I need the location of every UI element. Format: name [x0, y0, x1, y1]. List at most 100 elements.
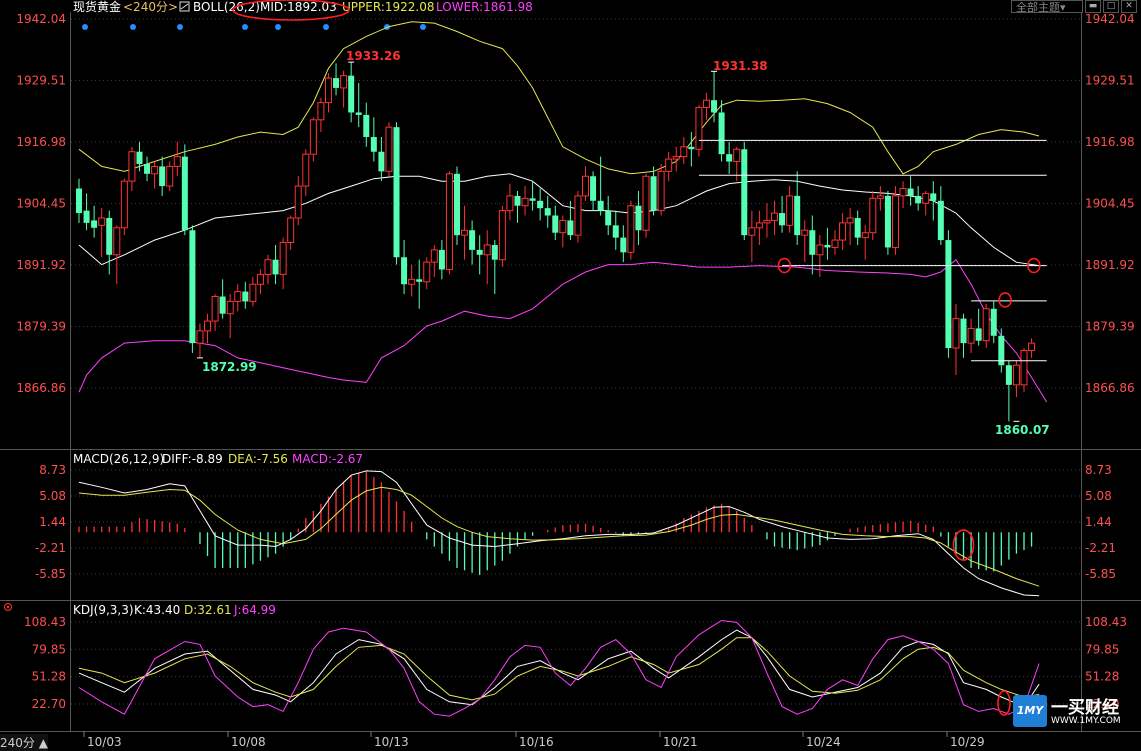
kdj-highlight-circle	[997, 690, 1011, 716]
y-tick-label-right: 1891.92	[1085, 258, 1135, 272]
period-selector[interactable]: 240分 ▲	[0, 734, 48, 751]
candle-body	[264, 259, 272, 275]
candle-body	[385, 126, 393, 172]
macd-series	[78, 470, 1040, 597]
boll-upper-line	[78, 21, 1040, 175]
maximize-button[interactable]: □	[1103, 0, 1119, 13]
y-tick-label-right: -5.85	[1085, 567, 1116, 581]
candle-body	[461, 229, 469, 236]
candle-body	[590, 176, 597, 201]
candle-body	[718, 112, 725, 155]
candle-body	[1005, 365, 1012, 385]
logo-url: WWW.1MY.COM	[1051, 716, 1121, 726]
candle-body	[786, 195, 794, 226]
theme-selector-label: 全部主题	[1016, 1, 1060, 14]
y-tick-label-right: 1929.51	[1085, 74, 1135, 88]
y-tick-label-right: -2.21	[1085, 541, 1116, 555]
candle-body	[620, 237, 627, 253]
candle-body	[990, 308, 997, 336]
candle-body	[726, 154, 733, 162]
y-tick-label-right: 51.28	[1085, 670, 1119, 684]
candle-body	[370, 136, 377, 152]
y-tick-label-right: 1942.04	[1085, 12, 1135, 26]
candle-body	[324, 77, 332, 104]
candle-body	[884, 195, 891, 248]
candle-body	[211, 296, 219, 322]
candle-body	[771, 212, 779, 221]
candle-body	[506, 195, 514, 212]
candle-body	[491, 244, 498, 260]
macd-dea-value: DEA:-7.56	[228, 452, 288, 466]
y-tick-label-left: 79.85	[32, 642, 66, 656]
close-button[interactable]: ✕	[1121, 0, 1137, 13]
minimize-button[interactable]: ▬	[1085, 0, 1101, 13]
candle-body	[333, 78, 340, 88]
chart-svg: 1942.04 1942.04 1929.51 1929.51 1916.98 1916.…	[0, 0, 1141, 749]
x-tick-labels: 10/03 10/08 10/13 10/16 10/21 10/24 10/29	[83, 731, 985, 749]
y-tick-label-right: 1916.98	[1085, 135, 1135, 149]
candle-body	[1028, 342, 1036, 352]
candle-body	[854, 217, 861, 238]
low-annotation-2: 1860.07	[995, 423, 1050, 437]
candle-body	[189, 230, 196, 344]
kdj-k-value: K:43.40	[134, 603, 180, 617]
candle-body	[423, 261, 431, 283]
candle-body	[219, 296, 226, 314]
y-tick-label-left: 51.28	[32, 670, 66, 684]
candle-body	[846, 217, 854, 224]
x-tick-label: 10/21	[663, 735, 698, 749]
y-tick-label-right: 8.73	[1085, 463, 1112, 477]
y-tick-label-left: 1891.92	[16, 258, 66, 272]
candle-body	[839, 222, 847, 241]
candle-body	[605, 210, 612, 226]
candle-body	[529, 198, 536, 201]
candle-body	[680, 146, 688, 158]
y-tick-label-left: 5.08	[39, 489, 66, 503]
candle-body	[635, 205, 642, 231]
candle-body	[83, 210, 90, 223]
kdj-settings-icon[interactable]	[4, 603, 12, 611]
indicator-settings-icon[interactable]	[179, 1, 190, 12]
theme-selector[interactable]: 全部主题▾	[1011, 0, 1083, 14]
candle-body	[831, 239, 839, 248]
y-tick-label-right: 5.08	[1085, 489, 1112, 503]
candle-body	[809, 230, 816, 255]
candle-body	[945, 240, 952, 349]
kdj-j-line	[78, 619, 1040, 717]
candle-body	[779, 213, 786, 226]
y-tick-label-right: 1904.45	[1085, 197, 1135, 211]
macd-diff-value: DIFF:-8.89	[162, 452, 223, 466]
y-tick-label-left: 1.44	[39, 515, 66, 529]
candle-body	[521, 197, 529, 207]
period-selector-label: 240分 ▲	[0, 736, 48, 750]
y-tick-label-left: 1929.51	[16, 74, 66, 88]
candle-body	[294, 185, 302, 219]
candle-body	[1012, 364, 1020, 386]
candle-body	[445, 173, 453, 271]
candle-body	[544, 208, 551, 216]
candle-body	[91, 220, 98, 228]
y-tick-label-left: 1916.98	[16, 135, 66, 149]
candle-body	[128, 151, 136, 182]
candle-body	[408, 278, 416, 285]
candle-body	[1020, 350, 1028, 386]
candle-body	[627, 205, 635, 253]
annotation-circle	[998, 292, 1012, 308]
candle-body	[975, 328, 982, 341]
y-tick-label-left: -5.85	[35, 567, 66, 581]
high-annotation-2: 1931.38	[713, 59, 768, 73]
candle-body	[476, 249, 483, 255]
candle-body	[302, 153, 310, 187]
candle-body	[76, 188, 82, 214]
candle-body	[711, 100, 718, 113]
y-tick-label-left: 1879.39	[16, 320, 66, 334]
candle-body	[612, 225, 619, 238]
candle-body	[982, 308, 990, 342]
candle-body	[514, 195, 521, 206]
candle-body	[801, 229, 809, 236]
candle-body	[702, 99, 710, 109]
candle-body	[272, 259, 279, 275]
high-annotation-1: 1933.26	[346, 49, 401, 63]
candle-body	[166, 165, 174, 187]
candle-body	[113, 227, 121, 256]
